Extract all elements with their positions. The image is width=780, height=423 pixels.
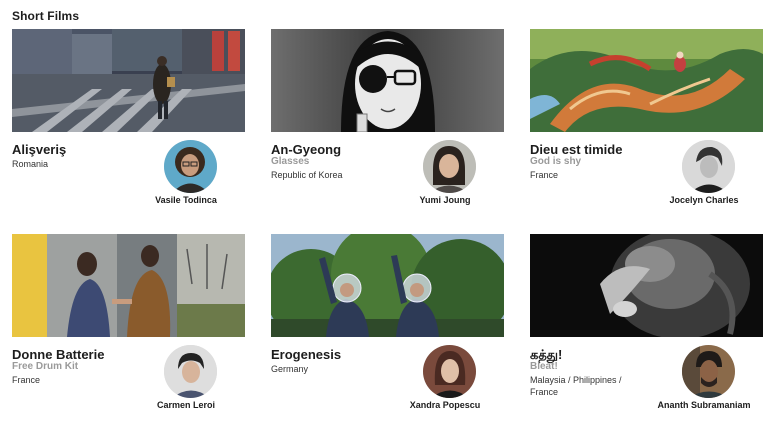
film-still[interactable] bbox=[12, 29, 245, 132]
director-name[interactable]: Vasile Todinca bbox=[109, 195, 245, 205]
film-subtitle: Free Drum Kit bbox=[12, 361, 79, 372]
director-name[interactable]: Yumi Joung bbox=[368, 195, 504, 205]
director-avatar[interactable] bbox=[164, 345, 217, 398]
film-still[interactable] bbox=[530, 234, 763, 337]
film-country: Romania bbox=[12, 159, 49, 169]
film-info: Erogenesis Germany Xandra Popescu bbox=[271, 337, 504, 413]
film-title[interactable]: Alişveriş bbox=[12, 142, 66, 157]
film-card[interactable]: Erogenesis Germany Xandra Popescu bbox=[271, 234, 504, 413]
film-subtitle: God is shy bbox=[530, 156, 582, 167]
film-info: An-Gyeong Glasses Republic of Korea Yumi… bbox=[271, 132, 504, 208]
director-name[interactable]: Carmen Leroi bbox=[109, 400, 245, 410]
film-still[interactable] bbox=[271, 29, 504, 132]
director-avatar[interactable] bbox=[423, 345, 476, 398]
film-title[interactable]: An-Gyeong bbox=[271, 142, 341, 157]
section-title: Short Films bbox=[12, 9, 80, 23]
film-country: France bbox=[12, 375, 41, 385]
film-still[interactable] bbox=[530, 29, 763, 132]
film-subtitle: Glasses bbox=[271, 156, 310, 167]
film-country: France bbox=[530, 170, 559, 180]
director-avatar[interactable] bbox=[423, 140, 476, 193]
film-card[interactable]: Donne Batterie Free Drum Kit France Carm… bbox=[12, 234, 245, 413]
director-avatar[interactable] bbox=[682, 345, 735, 398]
film-still[interactable] bbox=[12, 234, 245, 337]
film-title[interactable]: Donne Batterie bbox=[12, 347, 104, 362]
film-subtitle: Bleat! bbox=[530, 361, 558, 372]
film-card[interactable]: கத்து! Bleat! Malaysia / Philippines / F… bbox=[530, 234, 763, 413]
film-card[interactable]: An-Gyeong Glasses Republic of Korea Yumi… bbox=[271, 29, 504, 208]
film-info: Alişveriş Romania Vasile Todinca bbox=[12, 132, 245, 208]
film-grid: Alişveriş Romania Vasile Todinca An-Gyeo… bbox=[12, 29, 764, 413]
director-name[interactable]: Ananth Subramaniam bbox=[627, 400, 763, 410]
film-still[interactable] bbox=[271, 234, 504, 337]
film-country: Malaysia / Philippines / France bbox=[530, 375, 622, 397]
director-avatar[interactable] bbox=[164, 140, 217, 193]
film-title[interactable]: Erogenesis bbox=[271, 347, 341, 362]
film-country: Germany bbox=[271, 364, 309, 374]
film-title[interactable]: Dieu est timide bbox=[530, 142, 622, 157]
film-card[interactable]: Alişveriş Romania Vasile Todinca bbox=[12, 29, 245, 208]
director-name[interactable]: Jocelyn Charles bbox=[627, 195, 763, 205]
film-info: கத்து! Bleat! Malaysia / Philippines / F… bbox=[530, 337, 763, 413]
film-info: Donne Batterie Free Drum Kit France Carm… bbox=[12, 337, 245, 413]
director-name[interactable]: Xandra Popescu bbox=[368, 400, 504, 410]
director-avatar[interactable] bbox=[682, 140, 735, 193]
film-card[interactable]: Dieu est timide God is shy France Jocely… bbox=[530, 29, 763, 208]
film-country: Republic of Korea bbox=[271, 170, 343, 180]
film-info: Dieu est timide God is shy France Jocely… bbox=[530, 132, 763, 208]
